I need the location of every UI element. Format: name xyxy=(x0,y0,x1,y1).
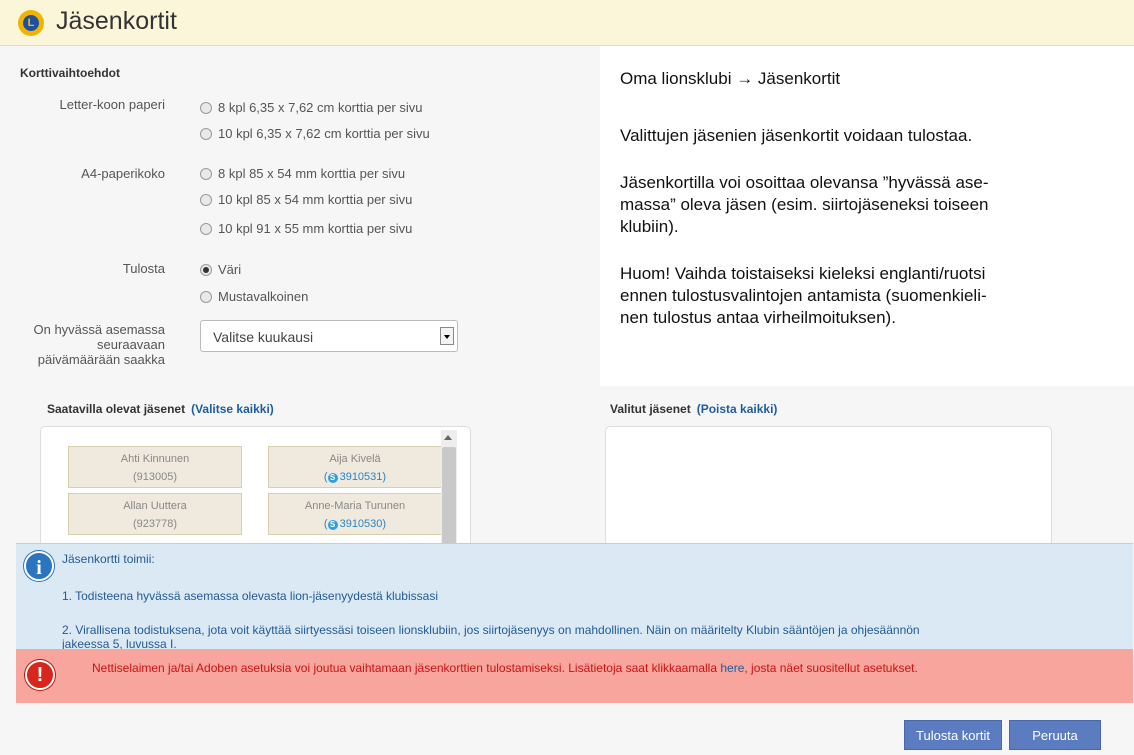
member-card[interactable]: Allan Uuttera (923778) xyxy=(68,493,242,535)
section-title: Korttivaihtoehdot xyxy=(20,66,120,80)
exclamation-icon: ! xyxy=(25,660,55,690)
page-header: L Jäsenkortit xyxy=(0,0,1134,46)
radio-icon[interactable] xyxy=(200,102,212,114)
radio-icon[interactable] xyxy=(200,223,212,235)
note-line: nen tulostus antaa virheilmoituksen). xyxy=(620,308,896,327)
main-content: Korttivaihtoehdot Letter-koon paperi 8 k… xyxy=(0,46,1134,755)
scroll-up-icon[interactable] xyxy=(444,435,452,440)
select-all-link[interactable]: (Valitse kaikki) xyxy=(191,402,274,416)
note-line: klubiin). xyxy=(620,217,679,236)
radio-a4-10-85[interactable]: 10 kpl 85 x 54 mm korttia per sivu xyxy=(200,192,412,207)
scroll-thumb[interactable] xyxy=(442,447,456,544)
info-icon: i xyxy=(24,551,54,581)
print-label: Tulosta xyxy=(122,261,165,276)
info-item: 1. Todisteena hyvässä asemassa olevasta … xyxy=(62,589,438,603)
member-card[interactable]: Aija Kivelä (S 3910531) xyxy=(268,446,442,488)
page-title: Jäsenkortit xyxy=(56,7,177,35)
member-card[interactable]: Ahti Kinnunen (913005) xyxy=(68,446,242,488)
note-line: Oma lionsklubi → Jäsenkortit xyxy=(620,69,841,88)
cancel-button[interactable]: Peruuta xyxy=(1009,720,1101,750)
note-line: Jäsenkortilla voi osoittaa olevansa ”hyv… xyxy=(620,173,989,192)
radio-color[interactable]: Väri xyxy=(200,262,241,277)
warning-panel: ! Nettiselaimen ja/tai Adoben asetuksia … xyxy=(16,649,1133,703)
available-members-heading: Saatavilla olevat jäsenet (Valitse kaikki… xyxy=(47,402,274,416)
radio-letter-10[interactable]: 10 kpl 6,35 x 7,62 cm korttia per sivu xyxy=(200,126,430,141)
radio-checked-icon[interactable] xyxy=(200,264,212,276)
skype-icon: S xyxy=(327,520,338,530)
a4-paper-label: A4-paperikoko xyxy=(81,166,165,181)
radio-blackwhite[interactable]: Mustavalkoinen xyxy=(200,289,308,304)
member-card[interactable]: Anne-Maria Turunen (S 3910530) xyxy=(268,493,442,535)
good-standing-label: On hyvässä asemassa seuraavaan päivämäär… xyxy=(33,322,165,367)
note-line: Valittujen jäsenien jäsenkortit voidaan … xyxy=(620,126,973,145)
info-title: Jäsenkortti toimii: xyxy=(62,552,155,566)
lions-logo-icon: L xyxy=(18,10,44,36)
chevron-down-icon[interactable] xyxy=(440,327,454,345)
radio-icon[interactable] xyxy=(200,128,212,140)
remove-all-link[interactable]: (Poista kaikki) xyxy=(697,402,778,416)
available-members-list: Ahti Kinnunen (913005) Aija Kivelä (S 391… xyxy=(40,426,471,546)
note-line: massa” oleva jäsen (esim. siirtojäseneks… xyxy=(620,195,989,214)
month-select[interactable]: Valitse kuukausi xyxy=(200,320,458,352)
radio-icon[interactable] xyxy=(200,194,212,206)
note-line: Huom! Vaihda toistaiseksi kieleksi engla… xyxy=(620,264,986,283)
letter-paper-label: Letter-koon paperi xyxy=(59,97,165,112)
skype-icon: S xyxy=(327,473,338,483)
here-link[interactable]: here xyxy=(720,661,744,675)
radio-letter-8[interactable]: 8 kpl 6,35 x 7,62 cm korttia per sivu xyxy=(200,100,422,115)
warning-text: Nettiselaimen ja/tai Adoben asetuksia vo… xyxy=(92,661,918,675)
radio-a4-10-91[interactable]: 10 kpl 91 x 55 mm korttia per sivu xyxy=(200,221,412,236)
radio-icon[interactable] xyxy=(200,168,212,180)
print-cards-button[interactable]: Tulosta kortit xyxy=(904,720,1002,750)
selected-members-list xyxy=(605,426,1052,546)
note-line: ennen tulostusvalintojen antamista (suom… xyxy=(620,286,987,305)
radio-a4-8[interactable]: 8 kpl 85 x 54 mm korttia per sivu xyxy=(200,166,405,181)
info-panel: i Jäsenkortti toimii: 1. Todisteena hyvä… xyxy=(16,543,1133,651)
selected-members-heading: Valitut jäsenet (Poista kaikki) xyxy=(610,402,778,416)
instruction-note: Oma lionsklubi → Jäsenkortit Valittujen … xyxy=(600,46,1134,386)
radio-icon[interactable] xyxy=(200,291,212,303)
scrollbar[interactable] xyxy=(441,430,457,545)
info-item: 2. Virallisena todistuksena, jota voit k… xyxy=(62,623,920,637)
